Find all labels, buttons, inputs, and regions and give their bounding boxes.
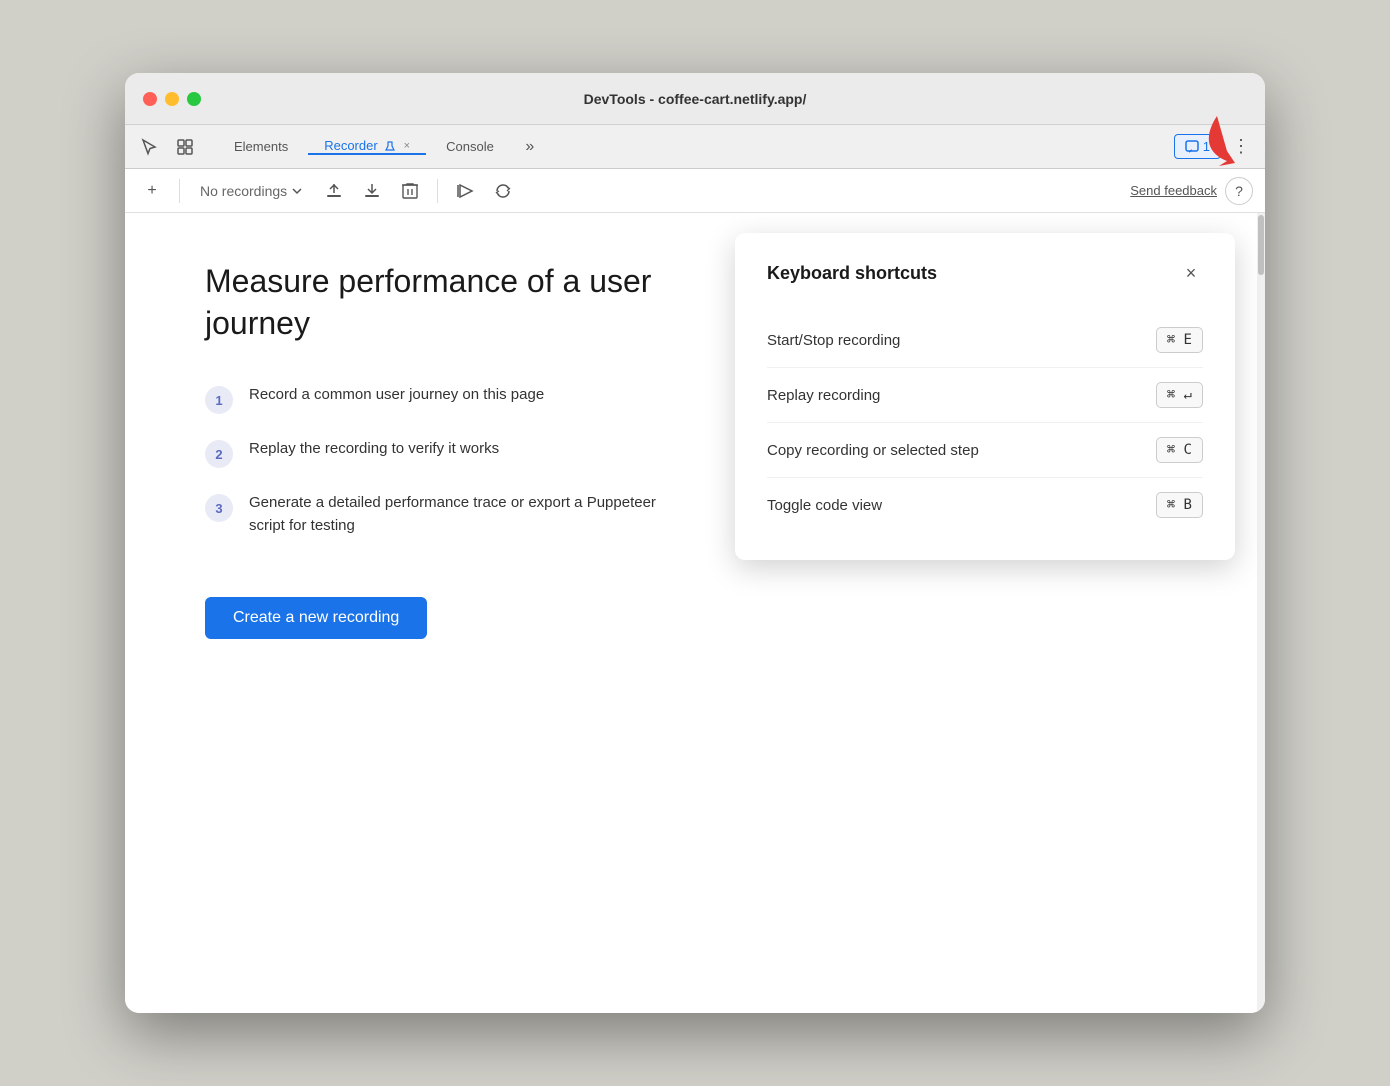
more-options-icon[interactable]: ⋮ — [1225, 131, 1257, 163]
create-recording-button[interactable]: Create a new recording — [205, 597, 427, 639]
send-feedback-link[interactable]: Send feedback — [1130, 183, 1217, 198]
shortcut-row-replay: Replay recording ⌘ ↵ — [767, 368, 1203, 423]
window-title: DevTools - coffee-cart.netlify.app/ — [584, 91, 807, 107]
more-tabs-icon[interactable]: » — [514, 131, 546, 163]
shortcut-row-start-stop: Start/Stop recording ⌘ E — [767, 313, 1203, 368]
export-icon — [325, 182, 343, 200]
chevron-down-icon — [291, 185, 303, 197]
traffic-lights — [143, 92, 201, 106]
shortcuts-header: Keyboard shortcuts × — [767, 261, 1203, 285]
cursor-icon[interactable] — [133, 131, 165, 163]
add-recording-button[interactable]: + — [137, 176, 167, 206]
scrollbar[interactable] — [1257, 213, 1265, 1013]
shortcut-label-0: Start/Stop recording — [767, 332, 900, 349]
loop-button[interactable] — [488, 176, 518, 206]
scrollbar-thumb — [1258, 215, 1264, 275]
tab-bar: Elements Recorder × Console » — [125, 125, 1265, 169]
toolbar-divider-1 — [179, 179, 180, 203]
toolbar-divider-2 — [437, 179, 438, 203]
tab-recorder[interactable]: Recorder × — [308, 138, 426, 155]
help-button[interactable]: ? — [1225, 177, 1253, 205]
shortcut-label-2: Copy recording or selected step — [767, 442, 979, 459]
play-icon — [456, 182, 474, 200]
shortcut-row-toggle: Toggle code view ⌘ B — [767, 478, 1203, 532]
devtools-window: DevTools - coffee-cart.netlify.app/ Elem… — [125, 73, 1265, 1013]
recorder-flask-icon — [384, 140, 396, 152]
shortcut-row-copy: Copy recording or selected step ⌘ C — [767, 423, 1203, 478]
export-button[interactable] — [319, 176, 349, 206]
tab-bar-left: Elements Recorder × Console » — [133, 125, 546, 168]
replay-button[interactable] — [450, 176, 480, 206]
step-text-2: Replay the recording to verify it works — [249, 438, 499, 461]
import-button[interactable] — [357, 176, 387, 206]
shortcut-label-3: Toggle code view — [767, 497, 882, 514]
tab-elements[interactable]: Elements — [218, 139, 304, 154]
shortcut-key-3: ⌘ B — [1156, 492, 1203, 518]
minimize-traffic-light[interactable] — [165, 92, 179, 106]
chat-icon — [1185, 140, 1199, 154]
step-text-1: Record a common user journey on this pag… — [249, 384, 544, 407]
step-text-3: Generate a detailed performance trace or… — [249, 492, 669, 537]
shortcut-key-1: ⌘ ↵ — [1156, 382, 1203, 408]
tab-close-icon[interactable]: × — [404, 140, 410, 152]
import-icon — [363, 182, 381, 200]
notification-button[interactable]: 1 — [1174, 134, 1221, 159]
title-bar: DevTools - coffee-cart.netlify.app/ — [125, 73, 1265, 125]
delete-icon — [402, 182, 418, 200]
maximize-traffic-light[interactable] — [187, 92, 201, 106]
tab-console[interactable]: Console — [430, 139, 510, 154]
shortcut-key-2: ⌘ C — [1156, 437, 1203, 463]
step-number-1: 1 — [205, 386, 233, 414]
main-title: Measure performance of a user journey — [205, 261, 705, 344]
delete-button[interactable] — [395, 176, 425, 206]
shortcuts-title: Keyboard shortcuts — [767, 263, 937, 284]
loop-icon — [494, 182, 512, 200]
step-number-3: 3 — [205, 494, 233, 522]
recording-selector[interactable]: No recordings — [192, 179, 311, 203]
tab-bar-right: 1 ⋮ — [1174, 125, 1257, 168]
shortcuts-panel: Keyboard shortcuts × Start/Stop recordin… — [735, 233, 1235, 560]
shortcut-key-0: ⌘ E — [1156, 327, 1203, 353]
layers-icon[interactable] — [169, 131, 201, 163]
content-area: Measure performance of a user journey 1 … — [125, 213, 1265, 1013]
shortcut-label-1: Replay recording — [767, 387, 880, 404]
step-number-2: 2 — [205, 440, 233, 468]
shortcuts-close-button[interactable]: × — [1179, 261, 1203, 285]
toolbar: + No recordings — [125, 169, 1265, 213]
close-traffic-light[interactable] — [143, 92, 157, 106]
